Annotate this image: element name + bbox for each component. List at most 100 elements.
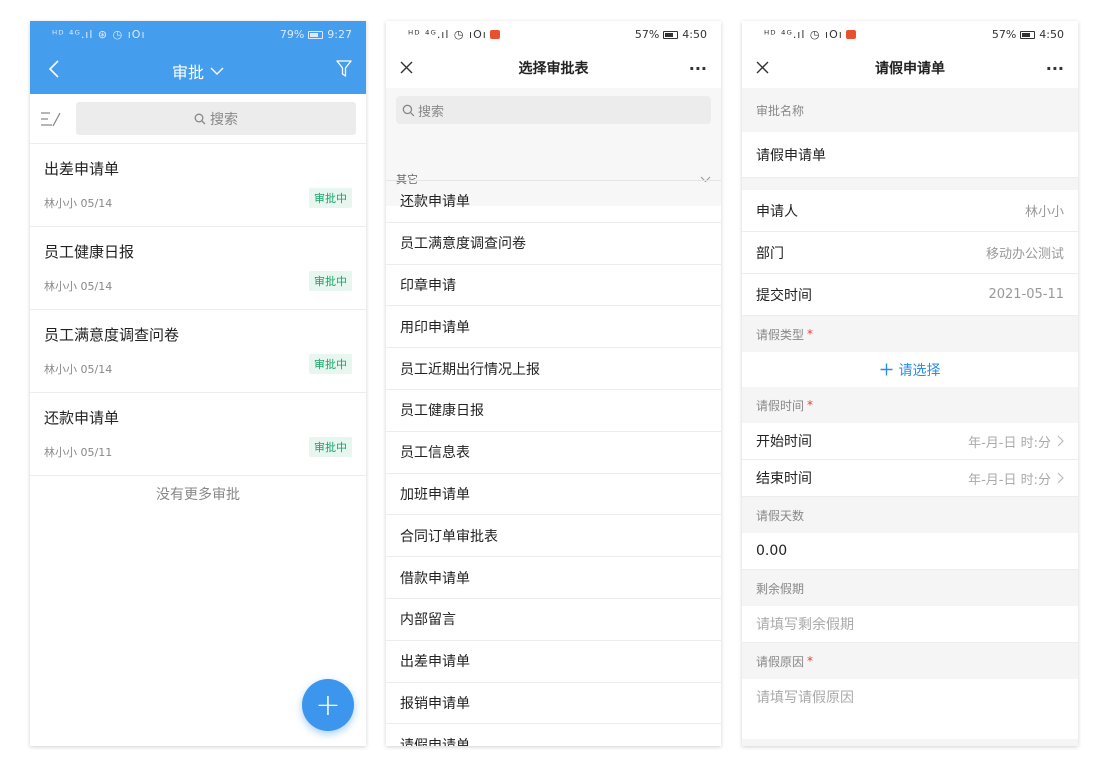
chevron-right-icon (1057, 435, 1064, 447)
required-mark: * (807, 327, 814, 341)
form-list-item[interactable]: 印章申请 (386, 265, 721, 307)
department-row: 部门 移动办公测试 (742, 232, 1078, 274)
notification-icon (489, 30, 500, 39)
status-badge: 审批中 (309, 354, 352, 374)
approval-name-value: 请假申请单 (756, 147, 826, 164)
select-leave-type-button[interactable]: 请选择 (742, 352, 1078, 387)
search-icon (194, 113, 206, 124)
page-title: 审批 (171, 63, 204, 82)
form-list-item[interactable]: 合同订单审批表 (386, 515, 721, 558)
end-time-field[interactable]: 结束时间 年-月-日 时:分 (742, 460, 1078, 497)
leave-reason-label: 请假原因 * (742, 643, 1078, 679)
search-input[interactable]: 搜索 (396, 96, 711, 124)
back-icon[interactable] (48, 60, 60, 82)
add-approval-button[interactable]: + (302, 679, 354, 731)
search-placeholder: 搜索 (418, 104, 445, 120)
more-icon[interactable]: ··· (687, 59, 707, 78)
list-item[interactable]: 出差申请单 林小小 05/14 审批中 (30, 144, 366, 227)
required-mark: * (807, 654, 814, 668)
search-placeholder: 搜索 (210, 111, 238, 128)
search-icon (402, 104, 415, 116)
form-list-item[interactable]: 员工满意度调查问卷 (386, 223, 721, 265)
leave-days-label: 请假天数 (742, 497, 1078, 533)
plus-icon: + (315, 687, 341, 723)
form-list-item[interactable]: 借款申请单 (386, 557, 721, 599)
form-item-label: 还款申请单 (400, 194, 470, 211)
item-meta: 林小小 05/14 (44, 197, 113, 210)
item-meta: 林小小 05/11 (44, 446, 113, 459)
approval-list-screen: ᴴᴰ ⁴ᴳ.ıl ⊛ ◷ ıОı 79% 9:27 审批 搜索 出差申请单 林小… (30, 21, 366, 746)
item-meta: 林小小 05/14 (44, 280, 113, 293)
nav-bar: 审批 (30, 48, 366, 94)
applicant-row: 申请人 林小小 (742, 190, 1078, 232)
plus-icon (880, 363, 892, 376)
department-value: 移动办公测试 (985, 247, 1064, 262)
leave-days-value: 0.00 (756, 543, 788, 559)
start-time-field[interactable]: 开始时间 年-月-日 时:分 (742, 423, 1078, 460)
approval-name-row: 请假申请单 (742, 132, 1078, 178)
page-title-dropdown[interactable]: 审批 (172, 59, 224, 83)
end-time-placeholder: 年-月-日 时:分 (968, 472, 1051, 488)
item-meta: 林小小 05/14 (44, 363, 113, 376)
status-badge: 审批中 (309, 188, 352, 208)
search-input[interactable]: 搜索 (76, 102, 356, 135)
form-list-item[interactable]: 请假申请单 (386, 724, 721, 746)
leave-reason-input[interactable]: 请填写请假原因 (742, 679, 1078, 739)
form-item-label: 合同订单审批表 (400, 528, 498, 545)
remaining-leave-label: 剩余假期 (742, 570, 1078, 606)
department-label: 部门 (756, 245, 784, 262)
header-bar: ᴴᴰ ⁴ᴳ.ıl ⊛ ◷ ıОı 79% 9:27 审批 (30, 21, 366, 94)
start-time-label: 开始时间 (756, 434, 812, 450)
battery-level: 79% (279, 28, 305, 41)
form-list-item[interactable]: 员工信息表 (386, 432, 721, 474)
select-leave-type-label: 请选择 (898, 362, 941, 379)
submit-time-label: 提交时间 (756, 287, 812, 304)
item-title: 还款申请单 (44, 409, 120, 427)
approval-list: 出差申请单 林小小 05/14 审批中 员工健康日报 林小小 05/14 审批中… (30, 144, 366, 504)
form-list-item[interactable]: 还款申请单 (386, 181, 721, 223)
close-icon[interactable] (400, 58, 420, 79)
form-list-item[interactable]: 出差申请单 (386, 641, 721, 683)
form-item-label: 借款申请单 (400, 570, 470, 587)
sort-icon[interactable] (38, 107, 64, 131)
form-item-label: 用印申请单 (400, 319, 470, 336)
start-time-placeholder: 年-月-日 时:分 (968, 435, 1051, 451)
leave-days-row: 0.00 (742, 533, 1078, 570)
submit-time-row: 提交时间 2021-05-11 (742, 274, 1078, 316)
choose-form-screen: ᴴᴰ ⁴ᴳ.ıl ◷ ıОı 57% 4:50 选择审批表 ··· 搜索 其它 … (386, 21, 721, 746)
status-badge: 审批中 (309, 437, 352, 457)
form-list-item[interactable]: 加班申请单 (386, 474, 721, 516)
remaining-leave-input[interactable]: 请填写剩余假期 (742, 606, 1078, 643)
nav-bar: 选择审批表 ··· (386, 48, 721, 88)
status-bar: ᴴᴰ ⁴ᴳ.ıl ⊛ ◷ ıОı 79% 9:27 (30, 21, 366, 48)
required-mark: * (807, 398, 814, 412)
chevron-down-icon (210, 67, 224, 75)
form-list-item[interactable]: 员工健康日报 (386, 390, 721, 432)
form-item-label: 员工信息表 (400, 445, 470, 462)
search-row: 搜索 (30, 94, 366, 144)
applicant-value: 林小小 (1024, 205, 1064, 220)
applicant-label: 申请人 (756, 203, 798, 220)
end-time-label: 结束时间 (756, 471, 812, 487)
list-item[interactable]: 员工健康日报 林小小 05/14 审批中 (30, 227, 366, 310)
form-list: 还款申请单员工满意度调查问卷 印章申请用印申请单员工近期出行情况上报员工健康日报员… (386, 180, 721, 746)
list-item[interactable]: 还款申请单 林小小 05/11 审批中 (30, 393, 366, 476)
form-list-item[interactable]: 内部留言 (386, 599, 721, 641)
form-item-label: 印章申请 (400, 277, 456, 294)
form-list-item[interactable]: 报销申请单 (386, 683, 721, 725)
submit-time-value: 2021-05-11 (988, 287, 1064, 302)
form-list-item[interactable]: 员工近期出行情况上报 (386, 348, 721, 390)
status-icons: ᴴᴰ ⁴ᴳ.ıl ◷ ıОı (408, 28, 487, 41)
close-icon[interactable] (756, 58, 776, 79)
form-item-label: 员工健康日报 (400, 403, 484, 420)
leave-time-label: 请假时间 * (742, 387, 1078, 423)
form-list-item[interactable]: 用印申请单 (386, 306, 721, 349)
form-item-label: 员工满意度调查问卷 (400, 236, 526, 253)
leave-type-label: 请假类型 * (742, 316, 1078, 352)
page-title: 选择审批表 (518, 61, 589, 77)
more-icon[interactable]: ··· (1044, 59, 1064, 78)
item-title: 员工满意度调查问卷 (44, 326, 180, 344)
filter-icon[interactable] (336, 60, 352, 82)
list-item[interactable]: 员工满意度调查问卷 林小小 05/14 审批中 (30, 310, 366, 393)
approval-name-label: 审批名称 (742, 88, 1078, 132)
